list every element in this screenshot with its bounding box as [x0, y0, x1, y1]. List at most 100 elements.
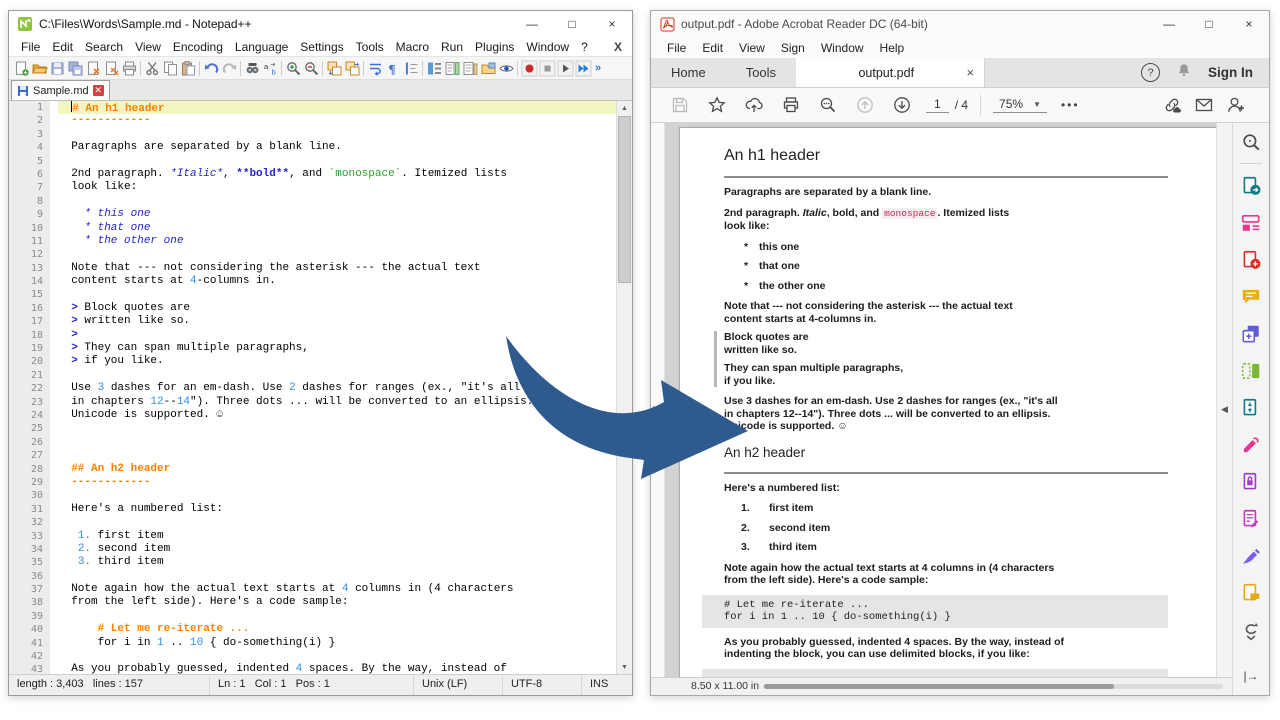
editor-vertical-scrollbar[interactable]: ▲ ▼ — [616, 101, 632, 674]
menu-item-run[interactable]: Run — [435, 40, 469, 54]
menu-item-file[interactable]: File — [15, 40, 46, 54]
editor-line[interactable]: 26 — [9, 436, 616, 449]
menubar-close-button[interactable]: X — [604, 40, 632, 54]
tab-close-icon[interactable]: × — [966, 65, 974, 80]
menu-item-window[interactable]: Window — [520, 40, 575, 54]
menu-item-search[interactable]: Search — [79, 40, 129, 54]
show-all-characters-icon[interactable]: ¶ — [385, 60, 402, 77]
editor-line[interactable]: 42 — [9, 650, 616, 663]
upload-cloud-icon[interactable] — [741, 94, 767, 116]
edit-pdf-icon[interactable] — [1239, 211, 1263, 235]
copy-icon[interactable] — [162, 60, 179, 77]
editor-line[interactable]: 39 — [9, 610, 616, 623]
document-map-icon[interactable] — [444, 60, 461, 77]
menu-item-help[interactable]: ? — [575, 40, 594, 54]
search-tool-icon[interactable] — [1239, 130, 1263, 154]
editor-line[interactable]: 15 — [9, 288, 616, 301]
menu-item-edit[interactable]: Edit — [694, 41, 731, 55]
folder-as-workspace-icon[interactable] — [480, 60, 497, 77]
combine-files-icon[interactable] — [1239, 322, 1263, 346]
search-icon[interactable] — [815, 94, 841, 116]
print-icon[interactable] — [778, 94, 804, 116]
menu-item-encoding[interactable]: Encoding — [167, 40, 229, 54]
cut-icon[interactable] — [144, 60, 161, 77]
menu-item-window[interactable]: Window — [813, 41, 872, 55]
redact-icon[interactable] — [1239, 433, 1263, 457]
editor-line[interactable]: 13 Note that --- not considering the ast… — [9, 262, 616, 275]
minimize-button[interactable]: — — [512, 11, 552, 37]
editor-line[interactable]: 12 — [9, 248, 616, 261]
comment-icon[interactable] — [1239, 285, 1263, 309]
editor-line[interactable]: 41 for i in 1 .. 10 { do-something(i) } — [9, 637, 616, 650]
document-tab[interactable]: Sample.md ✕ — [11, 80, 110, 100]
prepare-form-icon[interactable] — [1239, 507, 1263, 531]
menu-item-settings[interactable]: Settings — [294, 40, 349, 54]
stop-macro-icon[interactable] — [539, 60, 556, 77]
close-icon[interactable] — [85, 60, 102, 77]
play-macro-icon[interactable] — [557, 60, 574, 77]
help-icon[interactable]: ? — [1141, 63, 1160, 82]
editor-line[interactable]: 30 — [9, 489, 616, 502]
editor-line[interactable]: 18 > — [9, 329, 616, 342]
editor-line[interactable]: 9 * this one — [9, 208, 616, 221]
maximize-button[interactable]: □ — [552, 11, 592, 37]
close-all-icon[interactable] — [103, 60, 120, 77]
save-all-icon[interactable] — [67, 60, 84, 77]
menu-item-macro[interactable]: Macro — [390, 40, 435, 54]
zoom-out-icon[interactable] — [303, 60, 320, 77]
replace-icon[interactable]: ab — [262, 60, 279, 77]
undo-icon[interactable] — [203, 60, 220, 77]
editor-line[interactable]: 21 — [9, 369, 616, 382]
menu-item-edit[interactable]: Edit — [46, 40, 79, 54]
editor-line[interactable]: 33 1. first item — [9, 530, 616, 543]
maximize-button[interactable]: □ — [1189, 11, 1229, 37]
menu-item-file[interactable]: File — [659, 41, 694, 55]
notifications-bell-icon[interactable] — [1176, 62, 1192, 83]
expand-left-pane-icon[interactable]: ▶ — [653, 404, 660, 415]
paste-icon[interactable] — [180, 60, 197, 77]
zoom-level-dropdown[interactable]: 75% ▼ — [993, 97, 1047, 113]
editor-line[interactable]: 29 ------------ — [9, 476, 616, 489]
pdf-page[interactable]: An h1 headerParagraphs are separated by … — [679, 127, 1219, 695]
collapse-right-pane-icon[interactable]: ◀ — [1221, 404, 1228, 415]
editor-line[interactable]: 24 Unicode is supported. ☺ — [9, 409, 616, 422]
editor-line[interactable]: 1 # An h1 header — [9, 101, 616, 114]
page-number-input[interactable]: 1 — [926, 97, 949, 113]
editor-line[interactable]: 31 Here's a numbered list: — [9, 503, 616, 516]
editor-line[interactable]: 14 content starts at 4-columns in. — [9, 275, 616, 288]
menu-item-help[interactable]: Help — [872, 41, 913, 55]
protect-icon[interactable] — [1239, 470, 1263, 494]
editor-line[interactable]: 6 2nd paragraph. *Italic*, **bold**, and… — [9, 168, 616, 181]
email-icon[interactable] — [1191, 94, 1217, 116]
save-icon[interactable] — [49, 60, 66, 77]
redo-icon[interactable] — [221, 60, 238, 77]
print-icon[interactable] — [121, 60, 138, 77]
tab-tools[interactable]: Tools — [726, 58, 796, 87]
editor-line[interactable]: 5 — [9, 155, 616, 168]
sign-in-button[interactable]: Sign In — [1208, 65, 1253, 80]
word-wrap-icon[interactable] — [367, 60, 384, 77]
editor-line[interactable]: 36 — [9, 570, 616, 583]
scrollbar-thumb[interactable] — [764, 684, 1114, 689]
editor-line[interactable]: 16 > Block quotes are — [9, 302, 616, 315]
editor-line[interactable]: 19 > They can span multiple paragraphs, — [9, 342, 616, 355]
status-encoding[interactable]: UTF-8 — [502, 675, 581, 695]
status-eol-format[interactable]: Unix (LF) — [413, 675, 502, 695]
editor-line[interactable]: 32 — [9, 516, 616, 529]
editor-line[interactable]: 17 > written like so. — [9, 315, 616, 328]
page-down-icon[interactable] — [889, 94, 915, 116]
editor-line[interactable]: 34 2. second item — [9, 543, 616, 556]
share-link-icon[interactable] — [1159, 94, 1185, 116]
editor-line[interactable]: 4 Paragraphs are separated by a blank li… — [9, 141, 616, 154]
page-up-icon[interactable] — [852, 94, 878, 116]
editor-line[interactable]: 28 ## An h2 header — [9, 463, 616, 476]
editor-line[interactable]: 8 — [9, 195, 616, 208]
editor-text[interactable]: 1 # An h1 header2 ------------3 4 Paragr… — [9, 101, 616, 674]
send-for-comments-icon[interactable] — [1239, 581, 1263, 605]
editor-line[interactable]: 11 * the other one — [9, 235, 616, 248]
status-insert-mode[interactable]: INS — [581, 675, 632, 695]
indent-guide-icon[interactable] — [403, 60, 420, 77]
tab-close-icon[interactable]: ✕ — [93, 85, 104, 96]
editor-line[interactable]: 38 from the left side). Here's a code sa… — [9, 596, 616, 609]
star-icon[interactable] — [704, 94, 730, 116]
